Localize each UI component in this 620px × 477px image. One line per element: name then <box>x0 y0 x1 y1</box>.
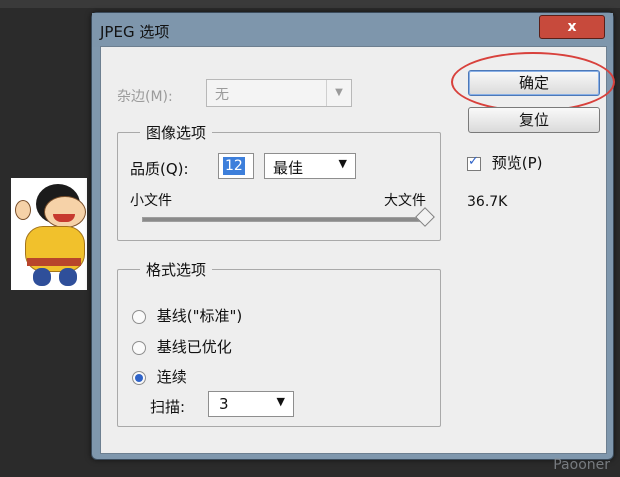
watermark: Paooner <box>553 457 610 473</box>
radio-label: 基线已优化 <box>156 338 232 356</box>
format-options-group: 格式选项 基线("标准") 基线已优化 连续 扫描: 3 ▼ <box>117 259 441 427</box>
chevron-down-icon: ▼ <box>276 395 285 408</box>
quality-value: 12 <box>223 157 245 175</box>
radio-label: 基线("标准") <box>156 307 243 325</box>
ok-button[interactable]: 确定 <box>468 70 600 96</box>
dialog-content: 杂边(M): 无 ▼ 图像选项 品质(Q): 12 最佳 ▼ 小文件 大文件 格… <box>100 46 615 454</box>
radio-progressive[interactable]: 连续 <box>132 366 187 387</box>
radio-button[interactable] <box>132 370 146 385</box>
quality-input[interactable]: 12 <box>218 153 254 179</box>
scans-select[interactable]: 3 ▼ <box>208 391 294 417</box>
cartoon-belt <box>27 258 81 266</box>
radio-baseline-optimized[interactable]: 基线已优化 <box>132 336 232 357</box>
quality-label: 品质(Q): <box>130 160 189 178</box>
close-button[interactable]: x <box>539 15 605 39</box>
image-options-group: 图像选项 品质(Q): 12 最佳 ▼ 小文件 大文件 <box>117 122 441 241</box>
dialog-titlebar[interactable]: JPEG 选项 x <box>92 13 613 47</box>
matte-value: 无 <box>215 87 229 103</box>
dialog-title: JPEG 选项 <box>100 23 170 41</box>
quality-slider-thumb[interactable] <box>415 207 435 227</box>
chevron-down-icon: ▼ <box>338 157 347 170</box>
radio-label: 连续 <box>156 368 187 386</box>
cartoon-leg-left <box>33 268 51 286</box>
radio-button[interactable] <box>132 340 146 355</box>
background-cartoon-image <box>11 178 97 290</box>
chevron-down-icon: ▼ <box>326 80 351 106</box>
scans-label: 扫描: <box>150 398 186 416</box>
reset-button[interactable]: 复位 <box>468 107 600 133</box>
file-size: 36.7K <box>467 194 508 210</box>
quality-preset-select[interactable]: 最佳 ▼ <box>264 153 356 179</box>
quality-slider-fill <box>143 218 427 221</box>
jpeg-options-dialog: JPEG 选项 x 杂边(M): 无 ▼ 图像选项 品质(Q): 12 最佳 ▼… <box>91 12 615 460</box>
quality-slider-track[interactable] <box>142 217 428 222</box>
preview-checkbox-row[interactable]: 预览(P) <box>467 152 543 173</box>
cartoon-face <box>44 196 86 228</box>
radio-baseline-standard[interactable]: 基线("标准") <box>132 305 242 326</box>
matte-select[interactable]: 无 ▼ <box>206 79 352 107</box>
scans-value: 3 <box>219 395 229 413</box>
large-file-label: 大文件 <box>384 193 426 209</box>
matte-label: 杂边(M): <box>117 89 173 105</box>
format-options-title: 格式选项 <box>140 259 213 280</box>
image-options-title: 图像选项 <box>140 122 213 143</box>
cartoon-leg-right <box>59 268 77 286</box>
cartoon-hand <box>15 200 31 220</box>
quality-preset-value: 最佳 <box>273 159 304 177</box>
close-icon: x <box>567 19 577 35</box>
small-file-label: 小文件 <box>130 193 172 209</box>
radio-button[interactable] <box>132 309 146 324</box>
preview-checkbox[interactable] <box>467 154 481 171</box>
background-strip <box>0 0 620 8</box>
preview-label: 预览(P) <box>491 154 543 172</box>
